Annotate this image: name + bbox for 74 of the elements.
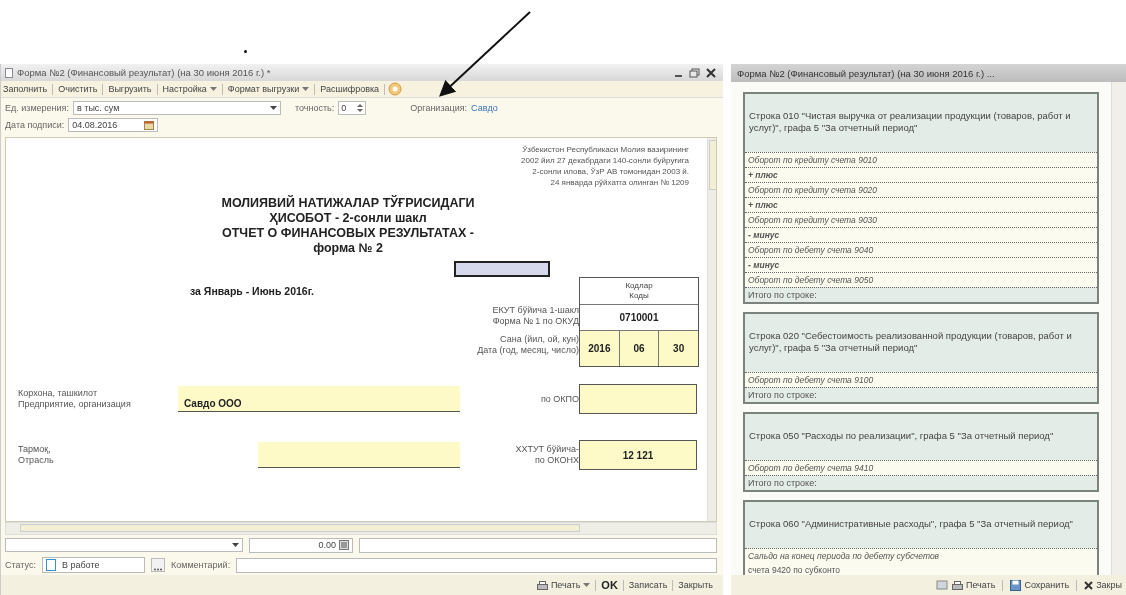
dropdown-field[interactable] — [5, 538, 243, 552]
okpo-label: по ОКПО — [539, 393, 579, 405]
sign-date-field[interactable]: 04.08.2016 — [68, 118, 159, 132]
sign-date-label: Дата подписи: — [5, 120, 65, 130]
toolbar-button[interactable]: Выгрузить — [106, 84, 154, 94]
restore-icon[interactable] — [689, 67, 701, 78]
caret-icon — [583, 582, 591, 588]
printer-icon — [951, 580, 963, 590]
card-title: Строка 060 "Административные расходы", графа 5 "За отчетный период" — [748, 517, 1074, 531]
caret-icon — [302, 86, 310, 92]
okpo-field[interactable] — [579, 384, 697, 414]
comment-label: Комментарий: — [170, 560, 231, 570]
date-cell[interactable]: 06 — [618, 331, 659, 366]
status-label: Статус: — [5, 560, 36, 570]
organization-label: Организация: — [410, 103, 468, 113]
card-title: Строка 010 "Чистая выручка от реализации продукции (товаров, работ и услуг)", графа 5 "За отчетный период" — [748, 109, 1072, 135]
caret-icon — [270, 105, 277, 111]
window-title: Форма №2 (Финансовый результат) (на 30 июня 2016 г.) * — [17, 67, 272, 78]
footer-button[interactable]: OK — [599, 579, 620, 591]
comment-field[interactable] — [236, 557, 717, 573]
date-label: Сана (йил, ой, кун) Дата (год, месяц, число) — [477, 334, 579, 356]
menu-button[interactable]: Настройка — [160, 84, 219, 94]
close-icon — [1084, 580, 1094, 590]
date-cell[interactable]: 30 — [658, 331, 698, 366]
vertical-scrollbar[interactable] — [1111, 82, 1126, 575]
document-icon — [5, 67, 13, 78]
enterprise-label: Корхона, ташкилот Предприятие, организация — [18, 388, 132, 410]
okonh-label: ХХТУТ бўйича- по ОКОНХ — [514, 444, 579, 466]
card-title: Строка 050 "Расходы по реализации", графа 5 "За отчетный период" — [748, 429, 1055, 443]
text-field[interactable] — [359, 537, 717, 553]
footer-button[interactable]: Закры — [1082, 580, 1124, 590]
caret-icon — [232, 542, 239, 548]
ellipsis-icon — [153, 568, 162, 571]
organization-link[interactable]: Савдо — [471, 103, 498, 113]
calendar-icon[interactable] — [144, 120, 155, 130]
toolbar-button[interactable]: Расшифровка — [318, 84, 382, 94]
date-cell[interactable]: 2016 — [580, 331, 619, 366]
printer-icon — [536, 580, 548, 590]
unit-dropdown[interactable]: в тыс. сум — [73, 101, 281, 115]
window-title: Форма №2 (Финансовый результат) (на 30 июня 2016 г.) ... — [737, 67, 996, 79]
dot-mark — [244, 50, 247, 53]
branch-field[interactable] — [258, 442, 460, 468]
footer-button[interactable]: Сохранить — [1008, 579, 1072, 591]
toolbar-button[interactable]: Заполнить — [1, 84, 50, 94]
document-icon — [45, 559, 56, 571]
footer-button[interactable]: Печать — [534, 580, 593, 590]
footer-button[interactable]: Записать — [626, 580, 670, 590]
footer-button[interactable]: Печать — [949, 580, 998, 590]
amount-field[interactable]: 0.00 — [249, 537, 353, 553]
spinner-icon — [357, 103, 364, 113]
vertical-scrollbar[interactable] — [707, 138, 716, 521]
help-icon[interactable] — [388, 82, 403, 96]
footer-button[interactable]: Закрыть — [676, 580, 715, 590]
horizontal-scrollbar[interactable] — [5, 522, 717, 535]
card-title: Строка 020 "Себестоимость реализованной продукции (товаров, работ и услуг)", графа 5 "За отчетный период" — [748, 329, 1073, 355]
codes-header: Кодлар Коды — [580, 278, 698, 305]
menu-button[interactable]: Формат выгрузки — [225, 84, 312, 94]
enterprise-field[interactable]: Савдо ООО — [178, 386, 460, 412]
close-icon[interactable] — [705, 67, 717, 78]
precision-label: точность: — [295, 103, 335, 113]
settings-icon[interactable] — [935, 580, 948, 590]
okonh-field[interactable]: 12 121 — [579, 440, 697, 470]
unit-label: Ед. измерения: — [5, 103, 69, 113]
select-button[interactable] — [150, 558, 165, 572]
form-code-label: ЕКУТ бўйича 1-шакл Форма № 1 по ОКУД — [492, 305, 579, 327]
precision-field[interactable]: 0 — [338, 101, 367, 115]
branch-label: Тармоқ, Отрасль — [18, 444, 55, 466]
status-field[interactable]: В работе — [41, 557, 145, 573]
calculator-icon[interactable] — [339, 540, 349, 550]
report-period: за Январь - Июнь 2016г. — [190, 285, 315, 297]
toolbar-button[interactable]: Очистить — [56, 84, 100, 94]
legal-note: Ўзбекистон Республикаси Молия вазирининг 2002 йил 27 декабрдаги 140-сонли буйруғига 2-сонли илова, ЎзР АВ томонидан 2003 й. 24 январда рўйхатга олинган № 1209 — [521, 144, 689, 188]
report-title: МОЛИЯВИЙ НАТИЖАЛАР ТЎҒРИСИДАГИ ҲИСОБОТ - 2-сонли шакл ОТЧЕТ О ФИНАНСОВЫХ РЕЗУЛЬТАТАХ - форма № 2 — [220, 196, 476, 256]
caret-icon — [209, 86, 217, 92]
